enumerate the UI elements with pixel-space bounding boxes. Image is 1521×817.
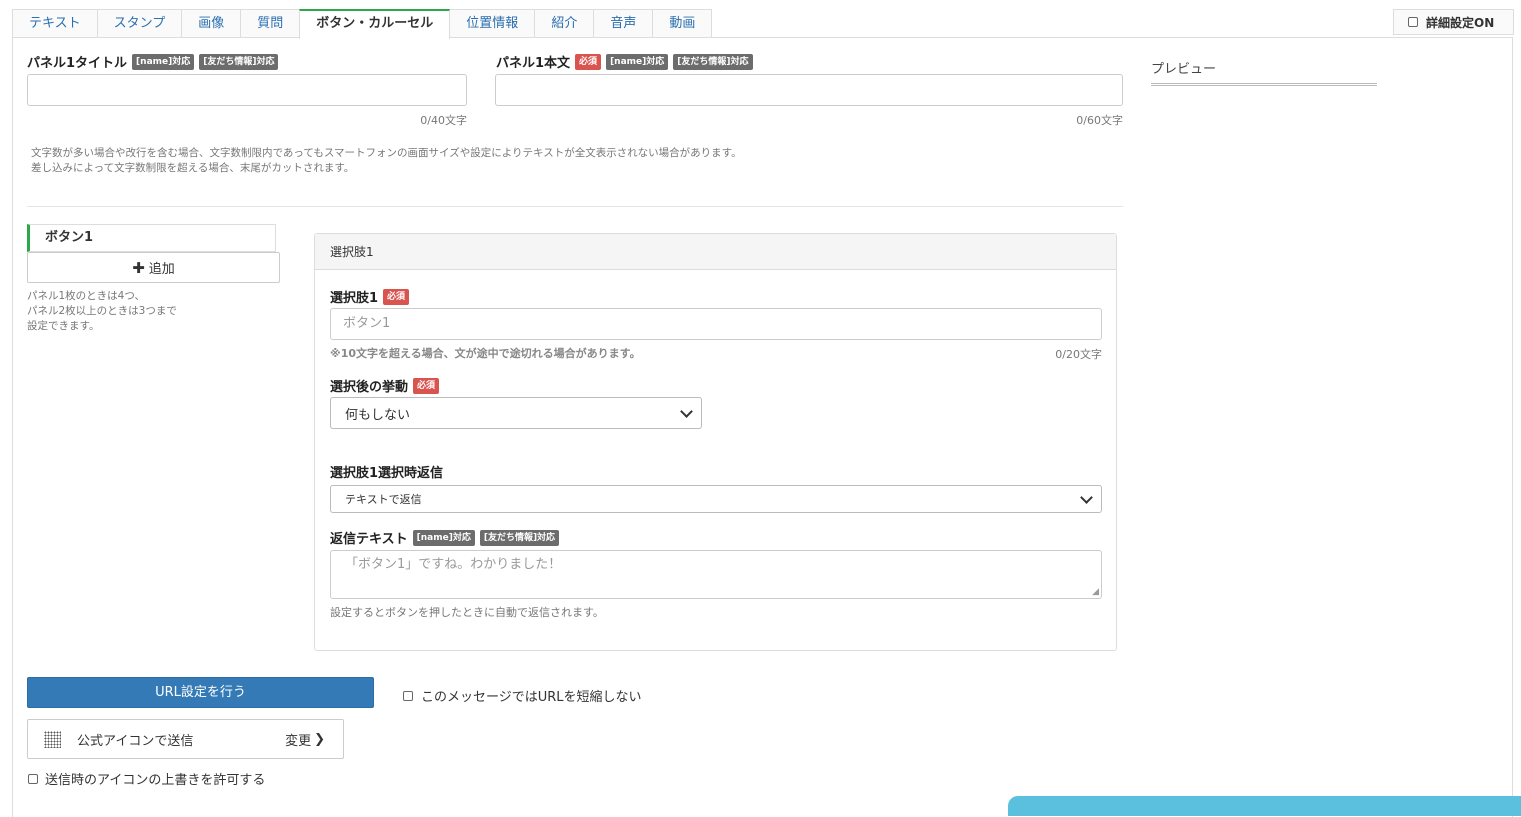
icon-override-label: 送信時のアイコンの上書きを許可する: [45, 773, 266, 788]
tab-image[interactable]: 画像: [181, 9, 242, 37]
action-select[interactable]: 何もしない: [330, 397, 702, 429]
preview-label: プレビュー: [1151, 62, 1217, 77]
choice-card-header: 選択肢1: [315, 234, 1116, 270]
required-badge: 必須: [413, 377, 440, 394]
panel-body-counter: 0/60文字: [1076, 114, 1123, 127]
tab-audio[interactable]: 音声: [593, 9, 654, 37]
reply-text-textarea[interactable]: 「ボタン1」ですね。わかりました！ ◢: [330, 550, 1102, 599]
name-support-badge: [name]対応: [606, 53, 669, 70]
reply-mode-select[interactable]: テキストで返信: [330, 485, 1102, 513]
panel-title-label-row: パネル1タイトル [name]対応 [友だち情報]対応: [27, 52, 279, 71]
friend-info-support-badge: [友だち情報]対応: [673, 53, 753, 70]
floating-help-bar[interactable]: [1008, 796, 1521, 816]
action-label-row: 選択後の挙動 必須: [330, 376, 440, 395]
panel-text-note: 文字数が多い場合や改行を含む場合、文字数制限内であってもスマートフォンの画面サイ…: [31, 147, 742, 174]
tab-question[interactable]: 質問: [240, 9, 301, 37]
change-icon-link[interactable]: 変更 ❯: [285, 730, 325, 749]
button-item-1[interactable]: ボタン1: [27, 224, 276, 252]
panel-title-label: パネル1タイトル: [27, 56, 128, 71]
official-icon-send-label: 公式アイコンで送信: [77, 733, 194, 749]
tab-introduction[interactable]: 紹介: [534, 9, 595, 37]
official-icon-selector[interactable]: 公式アイコンで送信 変更 ❯: [27, 719, 344, 759]
add-button-button[interactable]: ✚ 追加: [27, 252, 280, 283]
friend-info-support-badge: [友だち情報]対応: [199, 53, 279, 70]
advanced-settings-checkbox[interactable]: [1408, 17, 1418, 27]
name-support-badge: [name]対応: [412, 529, 475, 546]
panel-title-counter: 0/40文字: [420, 114, 467, 127]
tab-video[interactable]: 動画: [652, 9, 713, 37]
chevron-down-icon: [680, 404, 693, 418]
reply-text-label-row: 返信テキスト [name]対応 [友だち情報]対応: [330, 528, 560, 547]
chevron-down-icon: [1080, 490, 1093, 504]
panel-body-input[interactable]: [495, 74, 1123, 106]
preview-divider: [1151, 83, 1377, 86]
no-shorten-url-label: このメッセージではURLを短縮しない: [421, 690, 642, 705]
reply-mode-label: 選択肢1選択時返信: [330, 466, 444, 481]
message-type-tabs: テキスト スタンプ 画像 質問 ボタン・カルーセル 位置情報 紹介 音声 動画: [12, 9, 713, 39]
url-settings-button[interactable]: URL設定を行う: [27, 677, 374, 708]
tab-stamp[interactable]: スタンプ: [96, 9, 183, 37]
action-select-value: 何もしない: [345, 407, 411, 423]
choice-counter: 0/20文字: [1055, 348, 1102, 361]
choice-length-note: ※10文字を超える場合、文が途中で途切れる場合があります。: [330, 347, 641, 360]
button-limit-note: パネル1枚のときは4つ、 パネル2枚以上のときは3つまで 設定できます。: [27, 290, 177, 332]
choice-label-row: 選択肢1 必須: [330, 287, 410, 306]
action-label: 選択後の挙動: [330, 380, 409, 395]
resize-handle-icon[interactable]: ◢: [1092, 587, 1099, 597]
advanced-settings-toggle[interactable]: 詳細設定ON: [1393, 9, 1514, 35]
required-badge: 必須: [575, 53, 602, 70]
friend-info-support-badge: [友だち情報]対応: [479, 529, 560, 546]
section-divider: [27, 206, 1123, 207]
official-account-icon: [44, 730, 61, 748]
change-label: 変更: [285, 733, 312, 749]
tab-text[interactable]: テキスト: [12, 9, 98, 37]
required-badge: 必須: [383, 288, 410, 305]
reply-text-note: 設定するとボタンを押したときに自動で返信されます。: [330, 606, 604, 619]
icon-override-checkbox[interactable]: [28, 773, 38, 784]
no-shorten-url-checkbox[interactable]: [403, 690, 413, 701]
chevron-right-icon: ❯: [314, 731, 325, 747]
icon-override-option[interactable]: 送信時のアイコンの上書きを許可する: [28, 769, 265, 788]
reply-mode-select-value: テキストで返信: [345, 493, 422, 506]
choice-label: 選択肢1: [330, 291, 379, 306]
no-shorten-url-option[interactable]: このメッセージではURLを短縮しない: [403, 686, 642, 705]
advanced-settings-label: 詳細設定ON: [1426, 15, 1495, 30]
tab-button-carousel[interactable]: ボタン・カルーセル: [299, 9, 451, 39]
tab-location[interactable]: 位置情報: [449, 9, 536, 37]
choice-text-input[interactable]: ボタン1: [330, 308, 1102, 340]
name-support-badge: [name]対応: [132, 53, 195, 70]
reply-text-label: 返信テキスト: [330, 532, 408, 547]
panel-body-label: パネル1本文: [496, 56, 571, 71]
add-button-label: 追加: [148, 262, 175, 277]
panel-body-label-row: パネル1本文 必須 [name]対応 [友だち情報]対応: [496, 52, 753, 71]
plus-icon: ✚: [132, 258, 145, 277]
panel-title-input[interactable]: [27, 74, 467, 106]
